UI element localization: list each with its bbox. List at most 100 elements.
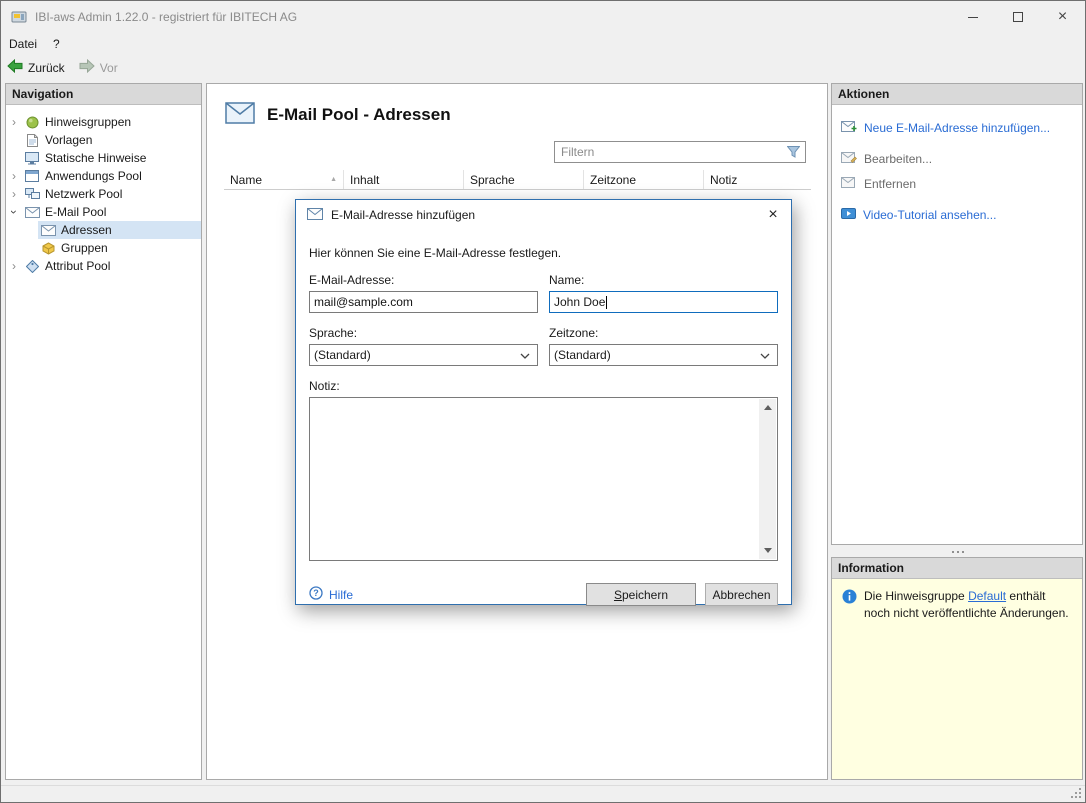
information-message: Die Hinweisgruppe Default enthält noch n… [864,588,1072,770]
app-icon [11,9,27,25]
name-label: Name: [549,273,778,287]
chevron-right-icon[interactable]: › [12,170,16,182]
action-edit[interactable]: Bearbeiten... [841,148,1073,170]
save-label-rest: peichern [622,588,668,602]
default-group-link[interactable]: Default [968,589,1006,603]
action-label: Entfernen [864,177,916,191]
toolbar: Zurück Vor [1,54,1085,81]
sidebar-item-email-pool[interactable]: › E-Mail Pool [6,203,201,221]
column-header-notiz[interactable]: Notiz [703,170,811,189]
chevron-down-icon [520,348,530,362]
sidebar-item-label: Hinweisgruppen [45,115,131,129]
column-header-name[interactable]: Name ▲ [224,170,343,189]
action-label: Bearbeiten... [864,152,932,166]
back-label: Zurück [28,61,65,75]
group-box-icon [40,242,56,255]
language-label: Sprache: [309,326,538,340]
action-new-email-address[interactable]: Neue E-Mail-Adresse hinzufügen... [841,117,1073,139]
actions-panel: Aktionen Neue E-Mail-Adresse hinzufügen.… [831,83,1083,545]
monitor-icon [24,152,40,165]
action-video-tutorial[interactable]: Video-Tutorial ansehen... [841,204,1073,226]
page-title-block: E-Mail Pool - Adressen [225,102,451,127]
menu-bar: Datei ? [1,33,1085,54]
chevron-down-icon [760,348,770,362]
action-remove[interactable]: Entfernen [841,173,1073,195]
dialog-close-button[interactable]: × [755,200,791,230]
language-selected-value: (Standard) [314,348,371,362]
menu-datei[interactable]: Datei [1,34,45,54]
table-header-row: Name ▲ Inhalt Sprache Zeitzone Notiz [224,170,811,190]
filter-input[interactable] [555,143,787,161]
envelope-remove-icon [841,177,857,192]
column-label: Zeitzone [590,173,636,187]
sidebar-item-statische-hinweise[interactable]: Statische Hinweise [6,149,201,167]
information-header: Information [832,558,1082,579]
minimize-button[interactable] [950,1,995,33]
sort-ascending-icon: ▲ [330,176,337,183]
note-field[interactable] [309,397,778,561]
timezone-label: Zeitzone: [549,326,778,340]
column-header-zeitzone[interactable]: Zeitzone [583,170,703,189]
close-button[interactable]: × [1040,1,1085,33]
navigation-header: Navigation [6,84,201,105]
resize-grip[interactable] [1071,788,1081,798]
save-button[interactable]: Speichern [586,583,696,606]
sidebar-item-attribut-pool[interactable]: › Attribut Pool [6,257,201,275]
chevron-down-icon[interactable]: › [8,210,20,214]
sidebar-item-label: E-Mail Pool [45,205,106,219]
sidebar-item-netzwerk-pool[interactable]: › Netzwerk Pool [6,185,201,203]
sidebar-item-hinweisgruppen[interactable]: › Hinweisgruppen [6,113,201,131]
video-tutorial-icon [841,208,856,222]
dialog-description: Hier können Sie eine E-Mail-Adresse fest… [309,246,778,260]
dialog-title: E-Mail-Adresse hinzufügen [331,208,475,222]
action-label: Video-Tutorial ansehen... [863,208,996,222]
timezone-select[interactable]: (Standard) [549,344,778,366]
column-header-sprache[interactable]: Sprache [463,170,583,189]
timezone-selected-value: (Standard) [554,348,611,362]
forward-label: Vor [100,61,118,75]
sidebar-item-gruppen[interactable]: Gruppen [6,239,201,257]
name-field[interactable]: John Doe [549,291,778,313]
sidebar-item-anwendungs-pool[interactable]: › Anwendungs Pool [6,167,201,185]
name-field-value: John Doe [554,295,605,309]
column-label: Name [230,173,262,187]
cancel-label: Abbrechen [712,588,770,602]
language-select[interactable]: (Standard) [309,344,538,366]
info-text-before: Die Hinweisgruppe [864,589,968,603]
forward-button[interactable]: Vor [79,59,118,76]
page-title: E-Mail Pool - Adressen [267,105,451,125]
chevron-right-icon[interactable]: › [12,188,16,200]
column-label: Sprache [470,173,515,187]
column-header-inhalt[interactable]: Inhalt [343,170,463,189]
email-field[interactable] [309,291,538,313]
hint-groups-icon [24,116,40,129]
column-label: Notiz [710,173,737,187]
sidebar-item-vorlagen[interactable]: Vorlagen [6,131,201,149]
maximize-icon [1013,12,1023,22]
navigation-panel: Navigation › Hinweisgruppen Vorlagen [5,83,202,780]
panel-splitter-handle[interactable] [831,548,1083,556]
envelope-icon [40,225,56,236]
cancel-button[interactable]: Abbrechen [705,583,778,606]
maximize-button[interactable] [995,1,1040,33]
note-scrollbar[interactable] [759,399,776,559]
back-button[interactable]: Zurück [7,59,65,76]
chevron-right-icon[interactable]: › [12,116,16,128]
column-label: Inhalt [350,173,379,187]
sidebar-item-adressen[interactable]: Adressen [6,221,201,239]
scroll-up-icon[interactable] [759,399,776,416]
email-pool-icon [24,207,40,218]
sidebar-item-label: Adressen [61,223,112,237]
status-bar [1,785,1085,802]
forward-arrow-icon [79,59,95,76]
chevron-right-icon[interactable]: › [12,260,16,272]
sidebar-item-label: Gruppen [61,241,108,255]
filter-funnel-icon[interactable] [787,146,800,158]
menu-help[interactable]: ? [45,34,68,54]
help-link[interactable]: ? Hilfe [309,586,353,603]
help-label: Hilfe [329,588,353,602]
scroll-down-icon[interactable] [759,542,776,559]
application-window-icon [24,170,40,182]
close-icon: × [768,206,777,224]
email-page-icon [225,102,255,127]
